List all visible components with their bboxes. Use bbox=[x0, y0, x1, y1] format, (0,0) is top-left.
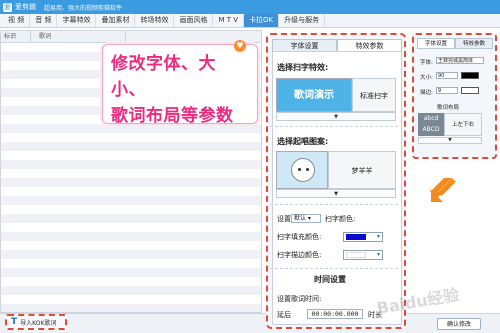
confirm-changes-button[interactable]: 确认修改 bbox=[437, 318, 481, 330]
delay-time-input[interactable]: 00:00:00.000 bbox=[307, 309, 363, 319]
header-index: 标识 bbox=[1, 31, 31, 42]
fill-color-picker[interactable]: ▾ bbox=[343, 232, 383, 242]
heart-icon: ♥ bbox=[234, 40, 246, 52]
app-name: 爱剪辑 bbox=[15, 3, 36, 11]
size-label: 大小: bbox=[420, 75, 433, 81]
font-select-value: 王菲完城黑简体 bbox=[438, 58, 474, 64]
default-select[interactable]: 默认 ▾ bbox=[291, 214, 321, 223]
stroke-color-label: 扫字描边颜色: bbox=[277, 251, 322, 259]
tab-subtitle-effects[interactable]: 字幕特效 bbox=[57, 14, 97, 27]
sheep-icon bbox=[291, 158, 315, 182]
layout-preview[interactable]: abcd ABCD bbox=[418, 113, 444, 136]
layout-option[interactable]: 上左下右 bbox=[444, 113, 482, 136]
lyric-time-label: 设置歌词时间: bbox=[277, 295, 322, 303]
font-color-swatch[interactable] bbox=[461, 72, 479, 79]
tab-overlay[interactable]: 叠加素材 bbox=[96, 14, 136, 27]
time-section-title: 时间设置 bbox=[314, 275, 346, 284]
fill-color-label: 扫字填充颜色: bbox=[277, 233, 322, 241]
tab-karaoke[interactable]: 卡拉OK bbox=[244, 14, 280, 27]
import-lyrics-label: 导入KOK歌词 bbox=[20, 319, 57, 327]
tab-mtv[interactable]: M T V bbox=[213, 14, 245, 27]
fill-color-swatch bbox=[346, 234, 366, 240]
arrow-down-left-icon bbox=[430, 178, 456, 202]
app-slogan: 超易用、强大的视频剪辑软件 bbox=[44, 4, 123, 12]
annotation-callout: 修改字体、大小、 歌词布局等参数 bbox=[102, 44, 258, 126]
delay-label: 延后 bbox=[277, 311, 291, 319]
pattern-preview[interactable] bbox=[276, 151, 328, 189]
title-bar: 爱 爱剪辑 超易用、强大的视频剪辑软件 bbox=[0, 0, 500, 14]
divider bbox=[270, 126, 398, 127]
settings-label: 设置 bbox=[277, 215, 291, 223]
header-lyrics: 歌词 bbox=[31, 31, 126, 42]
effect-option[interactable]: 标准扫字 bbox=[352, 78, 396, 112]
stroke-label: 描边: bbox=[420, 90, 433, 96]
tab-transitions[interactable]: 转场特效 bbox=[135, 14, 175, 27]
size-select[interactable]: 90 bbox=[436, 72, 458, 79]
size-select-value: 90 bbox=[438, 73, 445, 79]
effect-preview[interactable]: 歌词演示 bbox=[276, 78, 352, 112]
choose-effect-label: 选择扫字特效: bbox=[277, 63, 329, 72]
tab-style[interactable]: 画面风格 bbox=[174, 14, 214, 27]
text-icon: T bbox=[11, 317, 18, 327]
choose-pattern-label: 选择起唱图案: bbox=[277, 137, 329, 146]
default-select-value: 默认 bbox=[294, 215, 307, 222]
tab-effect-params-right[interactable]: 特效参数 bbox=[455, 38, 493, 49]
layout-scroll[interactable]: ▼ bbox=[418, 137, 482, 144]
effect-scroll[interactable]: ▼ bbox=[276, 112, 396, 121]
callout-line-2: 歌词布局等参数 bbox=[111, 106, 234, 126]
stroke-select-value: 9 bbox=[438, 88, 442, 94]
pattern-scroll[interactable]: ▼ bbox=[276, 189, 396, 198]
text-color-label: 扫字颜色: bbox=[325, 215, 356, 223]
stroke-color-swatch-right[interactable] bbox=[461, 87, 479, 94]
layout-preview-line-2: ABCD bbox=[422, 126, 440, 133]
divider bbox=[270, 268, 398, 269]
font-select[interactable]: 王菲完城黑简体 bbox=[436, 57, 484, 64]
tab-video[interactable]: 视 频 bbox=[3, 14, 31, 27]
chevron-down-icon: ▾ bbox=[376, 251, 380, 258]
layout-preview-line-1: abcd bbox=[423, 115, 439, 122]
layout-section-title: 歌词布局 bbox=[437, 105, 460, 111]
stroke-select[interactable]: 9 bbox=[436, 87, 458, 94]
app-logo-icon: 爱 bbox=[3, 2, 12, 12]
font-label: 字体: bbox=[420, 60, 433, 66]
pattern-option[interactable]: 梦羊羊 bbox=[328, 151, 396, 189]
stroke-color-swatch bbox=[346, 252, 366, 258]
list-header: 标识 歌词 bbox=[1, 31, 261, 43]
chevron-down-icon: ▾ bbox=[376, 233, 380, 240]
divider bbox=[270, 204, 398, 205]
main-menu: 视 频 音 频 字幕特效 叠加素材 转场特效 画面风格 M T V 卡拉OK 升… bbox=[0, 14, 500, 28]
tab-font-settings-right[interactable]: 字体设置 bbox=[417, 38, 455, 49]
right-tabs: 字体设置 特效参数 bbox=[417, 38, 493, 49]
tab-audio[interactable]: 音 频 bbox=[30, 14, 58, 27]
callout-line-1: 修改字体、大小、 bbox=[111, 54, 216, 100]
tab-upgrade[interactable]: 升级与服务 bbox=[279, 14, 326, 27]
bottom-bar bbox=[0, 313, 500, 333]
stroke-color-picker[interactable]: ▾ bbox=[343, 250, 383, 260]
import-lyrics-button[interactable]: T 导入KOK歌词 bbox=[5, 314, 67, 330]
